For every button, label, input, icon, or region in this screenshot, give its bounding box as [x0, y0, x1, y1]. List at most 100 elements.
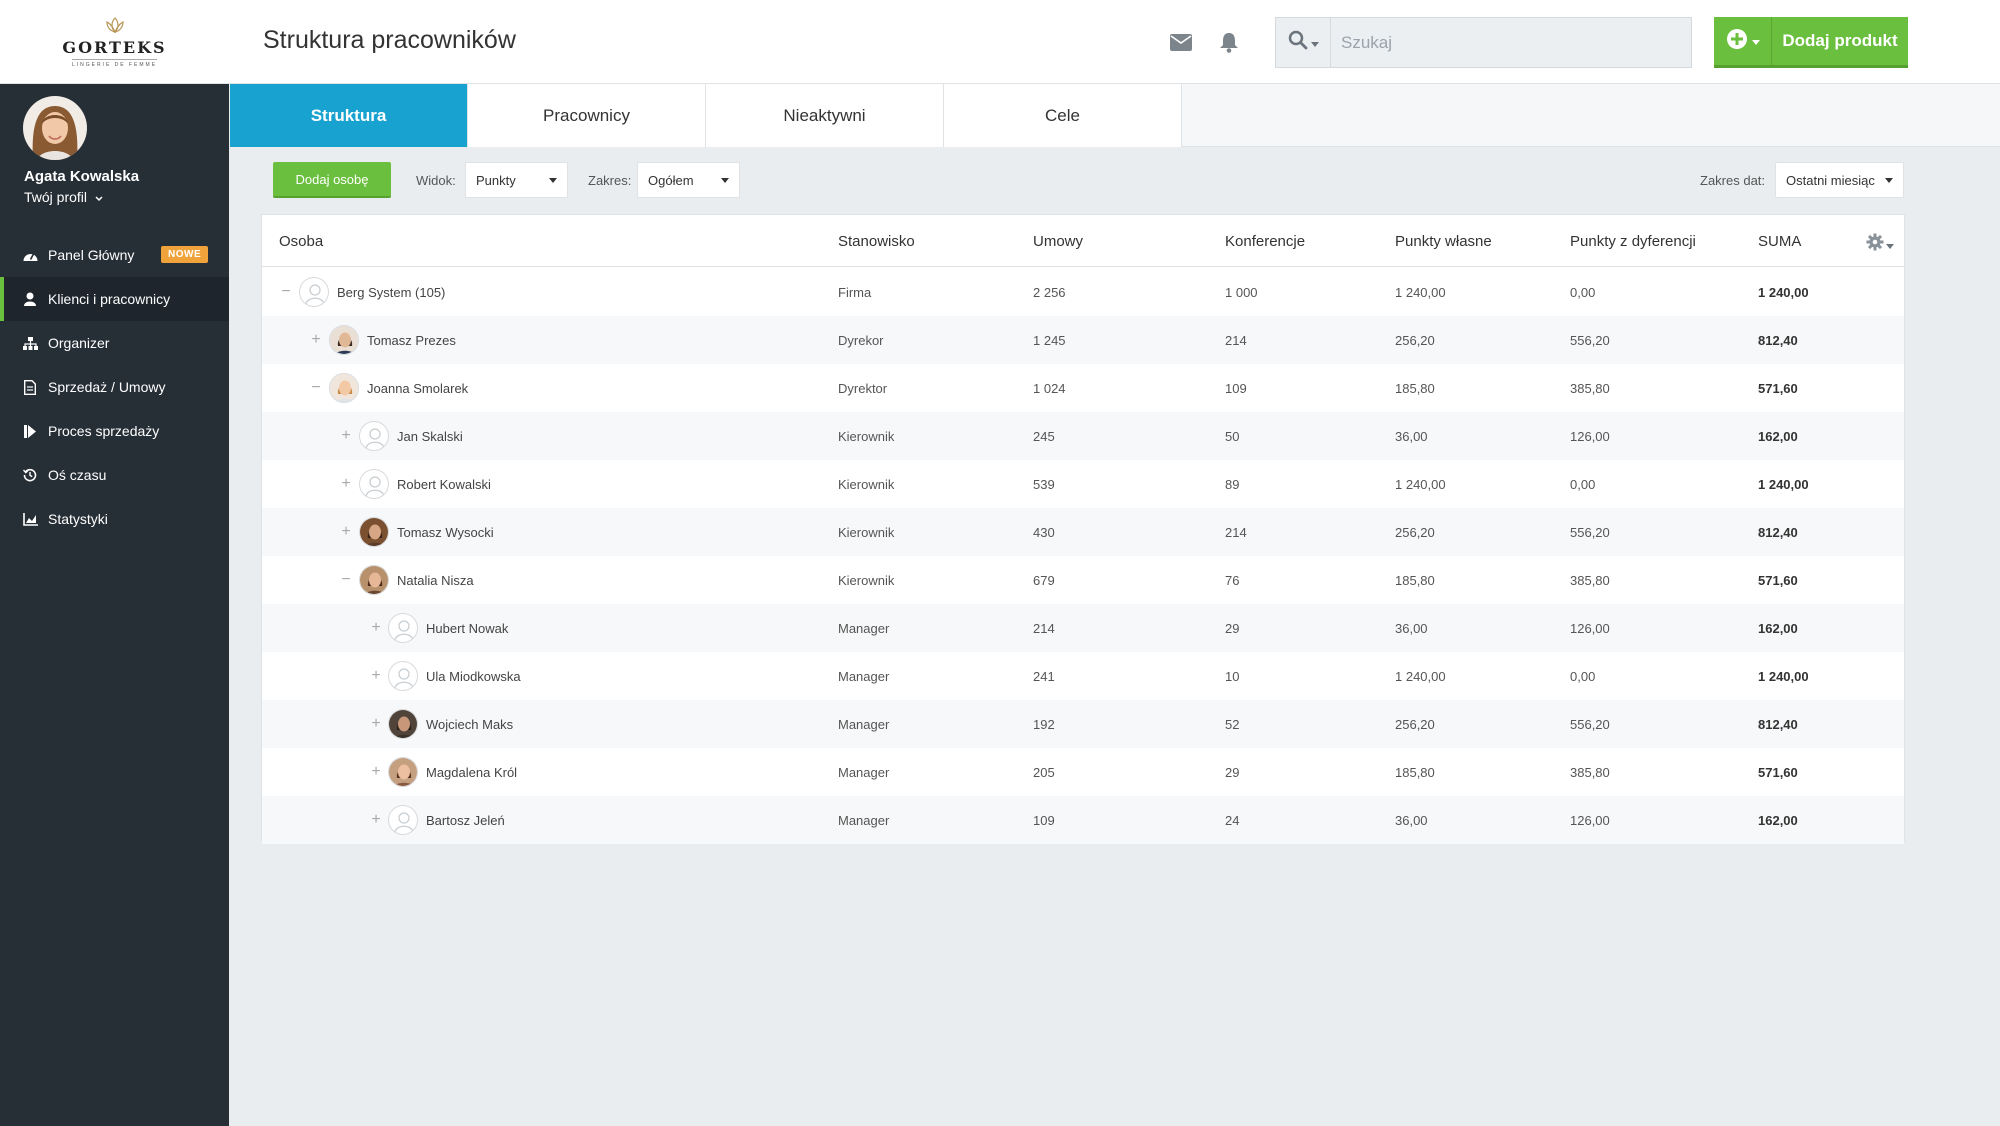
- table-row[interactable]: + Wojciech Maks Manager 192 52 256,20 556,20 81…: [262, 700, 1904, 748]
- expand-icon[interactable]: +: [370, 716, 382, 732]
- bell-icon[interactable]: [1217, 30, 1241, 54]
- expand-icon[interactable]: +: [370, 812, 382, 828]
- search-icon: [1288, 30, 1308, 55]
- column-header-stanowisko[interactable]: Stanowisko: [838, 233, 915, 250]
- collapse-icon[interactable]: −: [340, 572, 352, 588]
- cell-sum: 1 240,00: [1758, 477, 1809, 492]
- table-settings-button[interactable]: [1866, 233, 1894, 256]
- cell-sum: 162,00: [1758, 429, 1798, 444]
- column-header-konferencje[interactable]: Konferencje: [1225, 233, 1305, 250]
- column-header-punkty-wlasne[interactable]: Punkty własne: [1395, 233, 1492, 250]
- person-name[interactable]: Robert Kowalski: [397, 477, 491, 492]
- user-avatar[interactable]: [23, 96, 87, 160]
- table-row[interactable]: + Jan Skalski Kierownik 245 50 36,00 126,00 162…: [262, 412, 1904, 460]
- cell-position: Manager: [838, 717, 890, 732]
- cell-own-points: 36,00: [1395, 429, 1428, 444]
- cell-conferences: 76: [1225, 573, 1240, 588]
- cell-own-points: 1 240,00: [1395, 669, 1446, 684]
- tab-bar: Struktura Pracownicy Nieaktywni Cele: [230, 84, 2000, 147]
- person-name[interactable]: Natalia Nisza: [397, 573, 474, 588]
- document-icon: [22, 379, 38, 395]
- column-header-umowy[interactable]: Umowy: [1033, 233, 1083, 250]
- expand-icon[interactable]: +: [310, 332, 322, 348]
- add-product-dropdown[interactable]: [1714, 17, 1772, 65]
- cell-diff-points: 0,00: [1570, 285, 1596, 300]
- search-box: [1275, 17, 1692, 68]
- sidebar-item-klienci-i-pracownicy[interactable]: Klienci i pracownicy: [0, 277, 229, 321]
- sidebar-item-sprzedaz-umowy[interactable]: Sprzedaż / Umowy: [0, 365, 229, 409]
- person-name[interactable]: Wojciech Maks: [426, 717, 513, 732]
- collapse-icon[interactable]: −: [310, 380, 322, 396]
- cell-diff-points: 556,20: [1570, 333, 1610, 348]
- cell-conferences: 29: [1225, 621, 1240, 636]
- table-row[interactable]: + Hubert Nowak Manager 214 29 36,00 126,00 162,…: [262, 604, 1904, 652]
- sidebar-item-os-czasu[interactable]: Oś czasu: [0, 453, 229, 497]
- date-range-select[interactable]: Ostatni miesiąc: [1775, 162, 1904, 198]
- profile-dropdown[interactable]: Twój profil: [24, 189, 103, 205]
- table-row[interactable]: + Bartosz Jeleń Manager 109 24 36,00 126,00 162…: [262, 796, 1904, 844]
- view-select[interactable]: Punkty: [465, 162, 568, 198]
- person-name[interactable]: Jan Skalski: [397, 429, 463, 444]
- search-button[interactable]: [1276, 18, 1331, 67]
- dashboard-icon: [22, 247, 38, 263]
- cell-diff-points: 0,00: [1570, 669, 1596, 684]
- cell-conferences: 89: [1225, 477, 1240, 492]
- person-placeholder-icon: [388, 613, 418, 643]
- brand-logo[interactable]: GORTEKS LINGERIE DE FEMME: [0, 0, 229, 84]
- person-name[interactable]: Tomasz Prezes: [367, 333, 456, 348]
- sidebar-item-statystyki[interactable]: Statystyki: [0, 497, 229, 541]
- expand-icon[interactable]: +: [370, 764, 382, 780]
- person-name[interactable]: Hubert Nowak: [426, 621, 508, 636]
- tab-struktura[interactable]: Struktura: [230, 84, 468, 147]
- tab-nieaktywni[interactable]: Nieaktywni: [706, 84, 944, 147]
- chevron-down-icon: [1310, 34, 1319, 52]
- page-title: Struktura pracowników: [263, 26, 516, 54]
- expand-icon[interactable]: +: [370, 620, 382, 636]
- column-header-punkty-z-dyferencji[interactable]: Punkty z dyferencji: [1570, 233, 1696, 250]
- mail-icon[interactable]: [1169, 30, 1193, 54]
- person-name[interactable]: Berg System (105): [337, 285, 445, 300]
- column-header-suma[interactable]: SUMA: [1758, 233, 1801, 250]
- view-select-value: Punkty: [476, 172, 516, 188]
- person-avatar: [388, 757, 418, 787]
- table-row[interactable]: − Natalia Nisza Kierownik 679 76 185,80 385,80…: [262, 556, 1904, 604]
- cell-own-points: 36,00: [1395, 813, 1428, 828]
- add-product-label: Dodaj produkt: [1782, 31, 1898, 50]
- person-name[interactable]: Bartosz Jeleń: [426, 813, 505, 828]
- table-row[interactable]: − Joanna Smolarek Dyrektor 1 024 109 185,80 38…: [262, 364, 1904, 412]
- expand-icon[interactable]: +: [370, 668, 382, 684]
- table-row[interactable]: + Tomasz Wysocki Kierownik 430 214 256,20 556,…: [262, 508, 1904, 556]
- table-row[interactable]: + Tomasz Prezes Dyrekor 1 245 214 256,20 556,2…: [262, 316, 1904, 364]
- tab-pracownicy[interactable]: Pracownicy: [468, 84, 706, 147]
- person-placeholder-icon: [388, 661, 418, 691]
- table-row[interactable]: + Magdalena Król Manager 205 29 185,80 385,80 5…: [262, 748, 1904, 796]
- person-name[interactable]: Tomasz Wysocki: [397, 525, 494, 540]
- cell-contracts: 539: [1033, 477, 1055, 492]
- table-row[interactable]: − Berg System (105) Firma 2 256 1 000 1 240,0…: [262, 268, 1904, 316]
- scope-select-value: Ogółem: [648, 172, 694, 188]
- scope-select[interactable]: Ogółem: [637, 162, 740, 198]
- cell-position: Dyrekor: [838, 333, 884, 348]
- person-name[interactable]: Joanna Smolarek: [367, 381, 468, 396]
- table-row[interactable]: + Robert Kowalski Kierownik 539 89 1 240,00 0,…: [262, 460, 1904, 508]
- person-name[interactable]: Magdalena Król: [426, 765, 517, 780]
- sidebar-item-organizer[interactable]: Organizer: [0, 321, 229, 365]
- sidebar-item-panel-glowny[interactable]: Panel Główny NOWE: [0, 233, 229, 277]
- sidebar-item-label: Panel Główny: [48, 247, 135, 263]
- column-header-osoba[interactable]: Osoba: [279, 233, 323, 250]
- sidebar: Agata Kowalska Twój profil Panel Główny …: [0, 84, 229, 1126]
- person-name[interactable]: Ula Miodkowska: [426, 669, 521, 684]
- person-avatar: [359, 565, 389, 595]
- search-input[interactable]: [1331, 18, 1691, 67]
- collapse-icon[interactable]: −: [280, 284, 292, 300]
- view-label: Widok:: [416, 173, 456, 188]
- cell-contracts: 192: [1033, 717, 1055, 732]
- expand-icon[interactable]: +: [340, 476, 352, 492]
- add-product-button[interactable]: Dodaj produkt: [1714, 17, 1908, 68]
- sidebar-item-proces-sprzedazy[interactable]: Proces sprzedaży: [0, 409, 229, 453]
- table-row[interactable]: + Ula Miodkowska Manager 241 10 1 240,00 0,00 1…: [262, 652, 1904, 700]
- add-person-button[interactable]: Dodaj osobę: [273, 162, 391, 198]
- tab-cele[interactable]: Cele: [944, 84, 1182, 147]
- expand-icon[interactable]: +: [340, 428, 352, 444]
- expand-icon[interactable]: +: [340, 524, 352, 540]
